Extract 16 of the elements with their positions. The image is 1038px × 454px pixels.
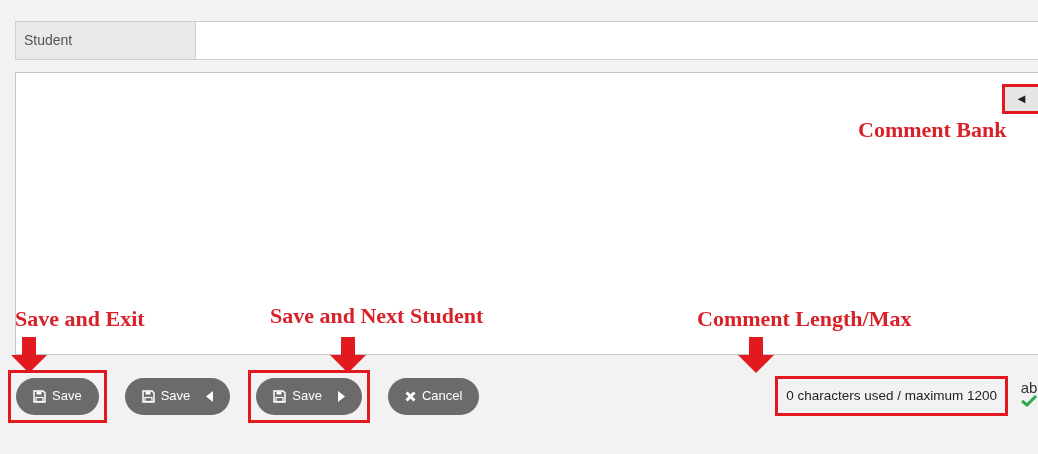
comment-text-area[interactable] [15,72,1038,355]
left-triangle-icon [206,390,214,402]
comment-bank-toggle[interactable]: ◄ [1005,87,1038,111]
annotation-label: Save and Exit [15,305,145,333]
checkmark-icon [1020,394,1038,407]
annotation-label: Comment Bank [858,116,1007,144]
character-count: 0 characters used / maximum 1200 [775,375,1008,417]
spell-check-label: ab [1020,379,1038,395]
cancel-button[interactable]: Cancel [387,377,480,415]
save-button[interactable]: Save [124,377,231,415]
save-button[interactable]: Save [16,377,99,415]
right-triangle-icon [337,390,345,402]
annotation-label: Save and Next Student [270,302,484,330]
save-button[interactable]: Save [256,377,362,415]
annotation-label: Comment Length/Max [697,305,912,333]
close-icon [404,390,416,402]
